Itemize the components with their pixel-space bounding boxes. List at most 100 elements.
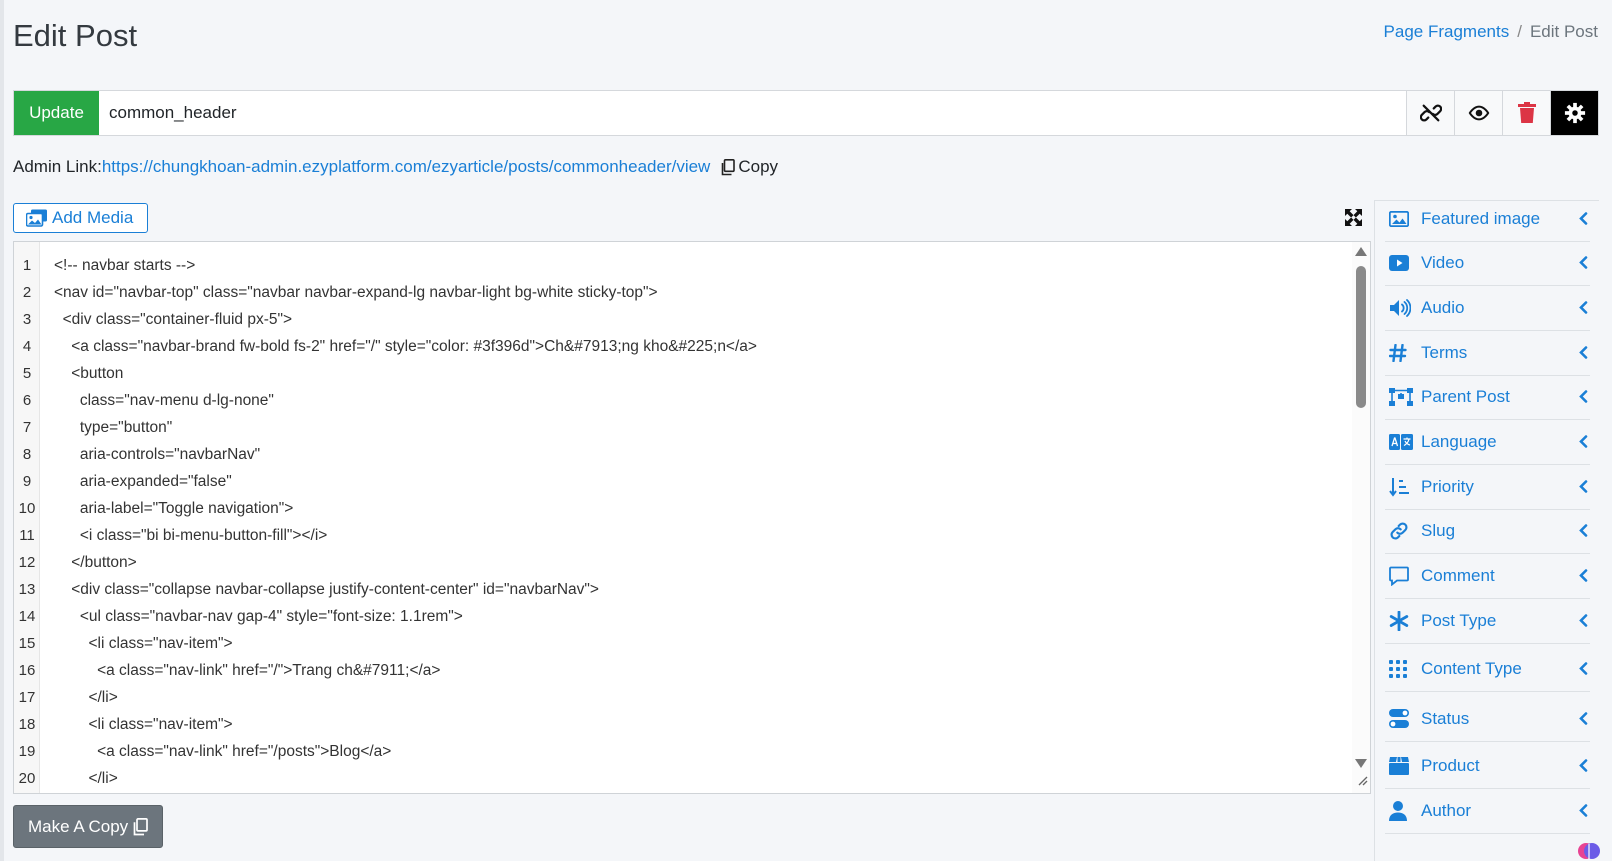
admin-link-label: Admin Link: (13, 157, 102, 176)
code-text: <li class="nav-item"> (54, 634, 233, 652)
chevron-left-icon (1578, 256, 1587, 269)
post-title-bar: Update (13, 90, 1599, 136)
comment-icon (1389, 566, 1419, 586)
trash-icon (1517, 102, 1536, 123)
code-line: 11 <i class="bi bi-menu-button-fill"></i… (14, 522, 1344, 549)
unlink-button[interactable] (1406, 91, 1454, 135)
sidebar-item-content-type[interactable]: Content Type (1385, 646, 1590, 692)
sidebar-item-slug[interactable]: Slug (1385, 508, 1590, 554)
fullscreen-toggle[interactable] (1345, 209, 1362, 231)
preview-button[interactable] (1454, 91, 1502, 135)
sidebar-item-label: Post Type (1421, 610, 1497, 630)
breadcrumb-separator: / (1517, 22, 1522, 41)
link-icon (1389, 521, 1419, 541)
code-text: <ul class="navbar-nav gap-4" style="font… (54, 607, 463, 625)
expand-icon (1345, 209, 1362, 226)
sidebar-item-chevron (1576, 524, 1590, 537)
left-edge (0, 0, 4, 861)
user-icon (1389, 800, 1419, 821)
line-number: 15 (18, 635, 36, 652)
make-a-copy-button[interactable]: Make A Copy (13, 805, 164, 848)
code-text: aria-controls="navbarNav" (54, 445, 261, 463)
code-line: 20 </li> (14, 765, 1344, 792)
add-media-label: Add Media (52, 208, 134, 227)
sidebar-item-video[interactable]: Video (1385, 240, 1590, 286)
chevron-left-icon (1578, 614, 1587, 627)
code-text: type="button" (54, 418, 173, 436)
breadcrumb-link-page-fragments[interactable]: Page Fragments (1384, 22, 1510, 42)
sidebar-item-post-type[interactable]: Post Type (1385, 598, 1590, 644)
copy-icon (722, 158, 736, 175)
line-number: 4 (22, 338, 32, 355)
sidebar-item-label: Author (1421, 800, 1472, 820)
toggle-icon (1389, 708, 1419, 729)
editor-scrollbar[interactable] (1352, 242, 1370, 793)
admin-link-url[interactable]: https://chungkhoan-admin.ezyplatform.com… (102, 157, 711, 177)
sidebar-item-language[interactable]: Language (1385, 419, 1590, 465)
admin-link-row: Admin Link: https://chungkhoan-admin.ezy… (13, 157, 778, 177)
code-text: <a class="nav-link" href="/">Trang ch&#7… (54, 661, 441, 679)
sidebar-item-featured-image[interactable]: Featured image (1385, 196, 1590, 242)
chevron-left-icon (1578, 524, 1587, 537)
chevron-left-icon (1578, 301, 1587, 314)
code-line: 15 <li class="nav-item"> (14, 630, 1344, 657)
sidebar-item-audio[interactable]: Audio (1385, 285, 1590, 331)
sidebar-item-chevron (1576, 614, 1590, 627)
update-button[interactable]: Update (14, 91, 99, 135)
video-icon (1389, 254, 1419, 271)
sidebar-item-product[interactable]: Product (1385, 743, 1590, 789)
chevron-left-icon (1578, 435, 1587, 448)
sidebar-item-label: Language (1421, 431, 1497, 451)
code-text: </button> (54, 553, 137, 571)
sidebar-item-comment[interactable]: Comment (1385, 553, 1590, 599)
sidebar-item-chevron (1576, 804, 1590, 817)
sidebar-item-author[interactable]: Author (1385, 788, 1590, 834)
settings-button[interactable] (1550, 91, 1598, 135)
sidebar-item-status[interactable]: Status (1385, 696, 1590, 742)
sidebar-item-chevron (1576, 435, 1590, 448)
delete-button[interactable] (1502, 91, 1550, 135)
scroll-thumb[interactable] (1356, 266, 1366, 408)
sidebar-item-label: Status (1421, 708, 1470, 728)
breadcrumb: Page Fragments / Edit Post (1384, 22, 1598, 42)
sidebar-item-label: Content Type (1421, 658, 1522, 678)
line-number: 14 (18, 608, 36, 625)
resize-grip-icon[interactable] (1356, 773, 1368, 791)
sidebar-item-chevron (1576, 662, 1590, 675)
sidebar-item-chevron (1576, 256, 1590, 269)
sidebar-item-label: Featured image (1421, 208, 1541, 228)
asterisk-icon (1389, 610, 1419, 631)
code-text: </li> (54, 688, 118, 706)
sidebar-item-parent-post[interactable]: Parent Post (1385, 374, 1590, 420)
scroll-down-arrow-icon[interactable] (1355, 759, 1367, 768)
sidebar-item-label: Product (1421, 755, 1480, 775)
sidebar-item-label: Audio (1421, 297, 1465, 317)
line-number: 18 (18, 716, 36, 733)
line-number: 13 (18, 581, 36, 598)
code-line: 5 <button (14, 360, 1344, 387)
image-icon (1389, 210, 1419, 227)
code-line: 19 <a class="nav-link" href="/posts">Blo… (14, 738, 1344, 765)
brain-icon[interactable] (1578, 840, 1600, 861)
line-number: 16 (18, 662, 36, 679)
line-number: 2 (22, 284, 32, 301)
add-media-button[interactable]: Add Media (13, 203, 149, 233)
copy-link-label: Copy (738, 157, 779, 176)
copy-link-button[interactable]: Copy (720, 157, 778, 177)
code-line: 12 </button> (14, 549, 1344, 576)
line-number: 1 (22, 257, 32, 274)
code-line: 10 aria-label="Toggle navigation"> (14, 495, 1344, 522)
sidebar-item-label: Parent Post (1421, 386, 1510, 406)
code-text: aria-label="Toggle navigation"> (54, 499, 294, 517)
chevron-left-icon (1578, 346, 1587, 359)
language-icon (1389, 433, 1419, 450)
code-editor[interactable]: 1 <!-- navbar starts --> 2 <nav id="navbar-… (13, 241, 1371, 794)
sidebar-item-label: Video (1421, 252, 1465, 272)
sidebar-item-terms[interactable]: Terms (1385, 330, 1590, 376)
code-line: 14 <ul class="navbar-nav gap-4" style="f… (14, 603, 1344, 630)
scroll-up-arrow-icon[interactable] (1355, 247, 1367, 256)
make-a-copy-label: Make A Copy (28, 816, 129, 836)
post-title-input[interactable] (99, 91, 1406, 135)
sidebar-item-priority[interactable]: Priority (1385, 464, 1590, 510)
sidebar-item-chevron (1576, 759, 1590, 772)
